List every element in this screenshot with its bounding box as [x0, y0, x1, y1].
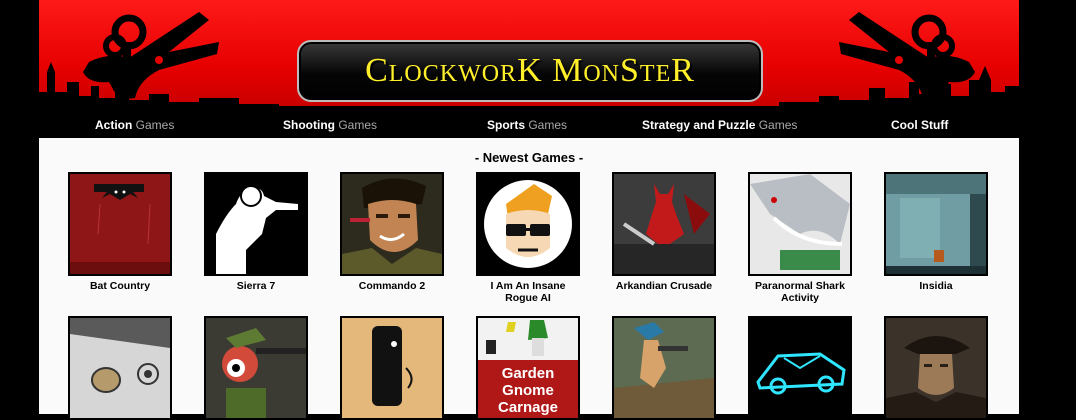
nav-label: Strategy and Puzzle — [642, 118, 756, 132]
game-title[interactable]: Commando 2 — [340, 280, 444, 292]
game-title[interactable]: Bat Country — [68, 280, 172, 292]
paranormal-shark-thumbnail[interactable] — [748, 172, 852, 276]
game-thumbnail-12[interactable] — [612, 316, 716, 420]
insidia-thumbnail[interactable] — [884, 172, 988, 276]
game-thumbnail-10[interactable] — [340, 316, 444, 420]
game-thumbnail-9[interactable] — [204, 316, 308, 420]
game-tile[interactable]: Paranormal Shark Activity — [748, 172, 852, 304]
game-title[interactable]: Paranormal Shark Activity — [748, 280, 852, 304]
game-title[interactable]: I Am An Insane Rogue AI — [476, 280, 580, 304]
game-thumbnail-14[interactable] — [884, 316, 988, 420]
garden-gnome-carnage-line-3: Carnage — [498, 399, 558, 416]
game-tile[interactable]: Insidia — [884, 172, 988, 292]
arkandian-crusade-thumbnail[interactable] — [612, 172, 716, 276]
rogue-ai-thumbnail[interactable] — [476, 172, 580, 276]
game-title[interactable]: Insidia — [884, 280, 988, 292]
section-title: - Newest Games - — [474, 150, 584, 165]
game-tile[interactable]: Sierra 7 — [204, 172, 308, 292]
game-tile[interactable]: Commando 2 — [340, 172, 444, 292]
site-logo-text: ClockworK MonSteR — [365, 52, 695, 89]
nav-label-suffix: Games — [525, 118, 568, 132]
sierra-7-thumbnail[interactable] — [204, 172, 308, 276]
nav-label: Shooting — [283, 118, 335, 132]
nav-shooting-games[interactable]: Shooting Games — [283, 118, 377, 132]
game-tile[interactable]: I Am An Insane Rogue AI — [476, 172, 580, 304]
game-thumbnail-13[interactable] — [748, 316, 852, 420]
garden-gnome-carnage-line-2: Gnome — [502, 382, 554, 399]
game-tile[interactable] — [204, 316, 308, 420]
nav-cool-stuff[interactable]: Cool Stuff — [891, 118, 948, 132]
nav-strategy-puzzle-games[interactable]: Strategy and Puzzle Games — [642, 118, 797, 132]
clockwork-monster-right-graphic — [839, 12, 975, 100]
garden-gnome-carnage-line-1: Garden — [502, 365, 555, 382]
clockwork-monster-left-graphic — [83, 12, 219, 100]
nav-sports-games[interactable]: Sports Games — [487, 118, 567, 132]
garden-gnome-carnage-thumbnail[interactable]: Garden Gnome Carnage — [476, 316, 580, 420]
game-tile[interactable] — [884, 316, 988, 420]
nav-label-suffix: Games — [755, 118, 798, 132]
page: ClockworK MonSteR - Newest Games - Actio… — [0, 0, 1076, 420]
game-tile[interactable] — [68, 316, 172, 420]
game-tile[interactable]: Garden Gnome Carnage — [476, 316, 580, 420]
game-tile[interactable] — [748, 316, 852, 420]
nav-action-games[interactable]: Action Games — [95, 118, 174, 132]
commando-2-thumbnail[interactable] — [340, 172, 444, 276]
nav-label-suffix: Games — [132, 118, 175, 132]
nav-label: Sports — [487, 118, 526, 132]
nav-label: Cool Stuff — [891, 118, 949, 132]
nav-label-suffix: Games — [334, 118, 377, 132]
game-tile[interactable]: Bat Country — [68, 172, 172, 292]
game-thumbnail-8[interactable] — [68, 316, 172, 420]
site-logo[interactable]: ClockworK MonSteR — [297, 40, 763, 102]
nav-label: Action — [95, 118, 133, 132]
game-title[interactable]: Sierra 7 — [204, 280, 308, 292]
game-tile[interactable] — [612, 316, 716, 420]
site-header: ClockworK MonSteR — [39, 0, 1019, 112]
game-title[interactable]: Arkandian Crusade — [612, 280, 716, 292]
bat-country-thumbnail[interactable] — [68, 172, 172, 276]
game-tile[interactable]: Arkandian Crusade — [612, 172, 716, 292]
game-tile[interactable] — [340, 316, 444, 420]
